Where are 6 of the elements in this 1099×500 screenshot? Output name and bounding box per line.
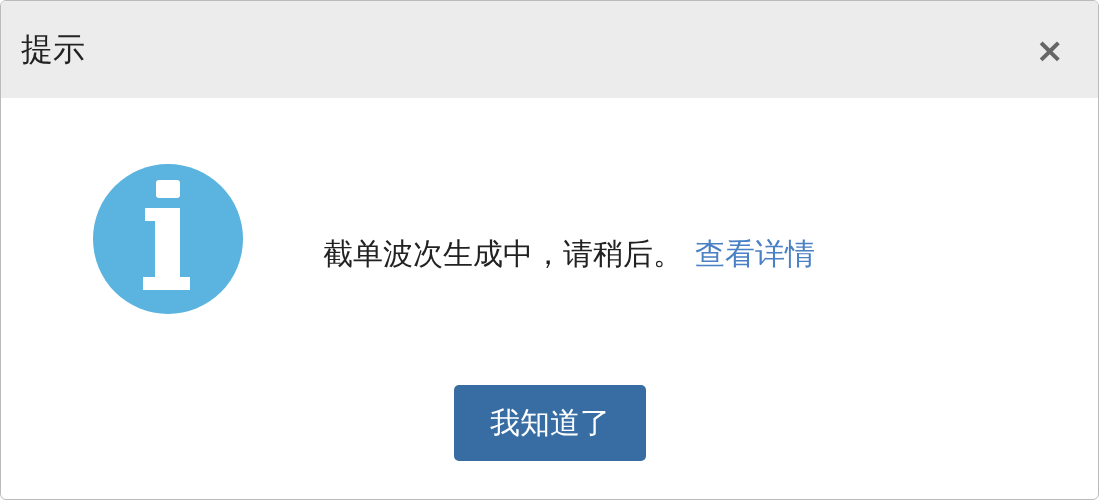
info-icon bbox=[93, 164, 243, 314]
ok-button[interactable]: 我知道了 bbox=[453, 385, 646, 461]
dialog-title: 提示 bbox=[21, 28, 85, 70]
message-text: 截单波次生成中，请稍后。 查看详情 bbox=[323, 236, 815, 272]
details-link[interactable]: 查看详情 bbox=[695, 236, 815, 271]
close-button[interactable]: × bbox=[1035, 29, 1078, 70]
